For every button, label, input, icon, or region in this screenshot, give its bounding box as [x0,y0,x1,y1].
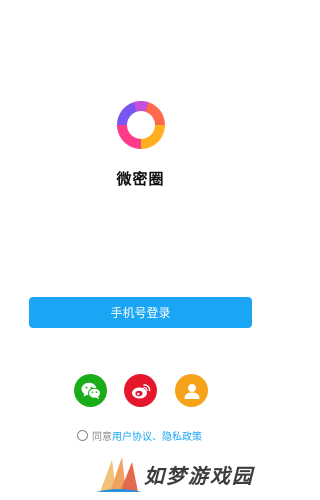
watermark-text: 如梦游戏园 [144,464,254,488]
wechat-icon [81,382,101,399]
user-agreement-link[interactable]: 用户协议 [112,428,152,443]
app-name: 微密圈 [116,170,165,188]
phone-login-button[interactable]: 手机号登录 [29,297,252,328]
agree-radio[interactable] [77,429,88,441]
user-icon [184,383,199,399]
app-logo-icon [117,101,165,149]
weibo-icon [131,383,150,398]
watermark: 如梦游戏园 [92,452,278,496]
privacy-policy-link[interactable]: 隐私政策 [162,428,202,443]
account-login-button[interactable] [175,374,208,407]
agree-prefix: 同意 [92,431,112,443]
weibo-login-button[interactable] [124,374,157,407]
watermark-logo-icon [96,457,142,492]
agreement-separator: 、 [152,431,162,443]
agreement-row: 同意 用户协议 、 隐私政策 [77,428,202,443]
wechat-login-button[interactable] [74,374,107,407]
